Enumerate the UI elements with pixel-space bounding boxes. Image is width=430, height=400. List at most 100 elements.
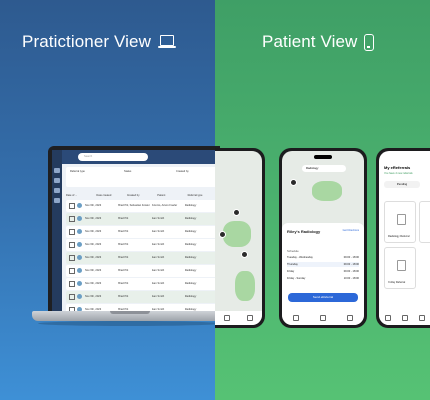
- document-icon: [396, 214, 406, 225]
- column-header[interactable]: Patient: [157, 194, 187, 197]
- search-tab-icon[interactable]: [292, 315, 299, 321]
- filter-status[interactable]: Status: [124, 170, 131, 173]
- cell-type: Radiology: [184, 204, 197, 208]
- laptop-hinge: [110, 311, 150, 314]
- row-checkbox[interactable]: [69, 228, 75, 235]
- dashboard-topbar: Search: [62, 150, 220, 164]
- location-icon[interactable]: [290, 179, 297, 186]
- hours-time: 09:00 - 18:00: [343, 256, 359, 259]
- search-tab-icon[interactable]: [384, 315, 391, 321]
- profile-tab-icon[interactable]: [247, 315, 254, 321]
- table-header: Date of ... Date created Created by Pati…: [66, 191, 218, 199]
- table-row[interactable]: Nov 6th, 2023 Brad Pitt Sam Smith Radiology: [66, 226, 218, 238]
- practitioner-title: Pratictioner View: [22, 32, 151, 51]
- table-row[interactable]: Nov 6th, 2023 Brad Pitt Sam Smith Radiology: [66, 265, 218, 277]
- hours-list: Tuesday - Wednesday 09:00 - 18:00 Thursday…: [287, 255, 359, 283]
- hours-row: Friday - Sunday 10:00 - 18:00: [287, 276, 359, 281]
- directions-link[interactable]: Get Directions: [343, 229, 359, 232]
- doc-tab-icon[interactable]: [319, 315, 326, 321]
- table-row[interactable]: Nov 6th, 2023 Brad Pitt Sam Smith Radiology: [66, 278, 218, 290]
- phone-notch: [314, 155, 332, 159]
- cell-type: Radiology: [184, 217, 197, 221]
- cell-date: Nov 6th, 2023: [85, 295, 102, 299]
- cell-date: Nov 6th, 2023: [85, 256, 102, 260]
- laptop-icon: [157, 35, 176, 49]
- sidebar-referrals-icon[interactable]: [54, 178, 60, 183]
- profile-tab-icon[interactable]: [418, 315, 425, 321]
- row-checkbox[interactable]: [69, 241, 75, 248]
- map-pin-icon[interactable]: [241, 251, 248, 258]
- avatar: [77, 255, 82, 261]
- cell-patient: Sam Smith: [151, 256, 165, 260]
- search-input[interactable]: Radiology: [302, 165, 346, 172]
- search-input[interactable]: Search: [78, 153, 148, 161]
- row-checkbox[interactable]: [69, 267, 75, 274]
- cell-patient: Sam Smith: [151, 295, 165, 299]
- profile-tab-icon[interactable]: [347, 315, 354, 321]
- sidebar-home-icon[interactable]: [54, 168, 60, 173]
- phone-map: [215, 148, 265, 328]
- cell-patient: Sam Smith: [151, 230, 165, 234]
- sidebar-patients-icon[interactable]: [54, 188, 60, 193]
- send-referral-button[interactable]: Send eReferral: [288, 293, 358, 302]
- cell-type: Radiology: [184, 308, 197, 311]
- cell-created-by: Brad Pitt: [118, 295, 129, 299]
- cell-created-by: Brad Pitt: [118, 243, 129, 247]
- cell-patient: Antonio, Arturo Fowler: [151, 204, 178, 208]
- referral-tile[interactable]: X-Ray Referral: [384, 247, 416, 289]
- cell-date: Nov 6th, 2023: [85, 243, 102, 247]
- phone-clinic: Radiology Riley's Radiology Get Directio…: [279, 148, 367, 328]
- column-header[interactable]: Date of ...: [66, 194, 96, 197]
- cell-created-by: Brad Pitt: [118, 230, 129, 234]
- doc-tab-icon[interactable]: [401, 315, 408, 321]
- phone-referrals: My eReferrals You have 2 new referrals P…: [376, 148, 430, 328]
- row-checkbox[interactable]: [69, 293, 75, 300]
- hours-time: 09:00 - 18:00: [343, 270, 359, 273]
- cell-date: Nov 6th, 2023: [85, 230, 102, 234]
- referral-tile[interactable]: Radiology Referral: [384, 201, 416, 243]
- avatar: [77, 268, 82, 274]
- filter-referral-type[interactable]: Referral type: [70, 170, 85, 173]
- cell-type: Radiology: [184, 282, 197, 286]
- map-view[interactable]: [215, 151, 262, 325]
- dashboard-screen: Search Referral type Status Created by D…: [52, 150, 220, 311]
- referrals-table: Nov 6th, 2023 Brad Pitt, Sebastian Fowler…: [66, 200, 218, 311]
- clinic-name: Riley's Radiology: [287, 229, 321, 234]
- table-row[interactable]: Nov 6th, 2023 Brad Pitt Sam Smith Radiology: [66, 252, 218, 264]
- table-row[interactable]: Nov 6th, 2023 Brad Pitt Sam Smith Radiology: [66, 291, 218, 303]
- column-header[interactable]: Date created: [96, 194, 126, 197]
- filter-created-by[interactable]: Created by: [176, 170, 189, 173]
- table-row[interactable]: Nov 6th, 2023 Brad Pitt Sam Smith Radiology: [66, 304, 218, 311]
- row-checkbox[interactable]: [69, 202, 75, 209]
- cell-patient: Sam Smith: [151, 269, 165, 273]
- table-row[interactable]: Nov 6th, 2023 Brad Pitt, Sebastian Fowler…: [66, 200, 218, 212]
- referrals-screen: My eReferrals You have 2 new referrals P…: [379, 151, 430, 325]
- row-checkbox[interactable]: [69, 306, 75, 311]
- sidebar-settings-icon[interactable]: [54, 198, 60, 203]
- hours-time: 10:00 - 18:00: [343, 277, 359, 280]
- cell-created-by: Brad Pitt: [118, 308, 129, 311]
- hours-time: 09:00 - 18:00: [343, 263, 359, 266]
- map-pin-icon[interactable]: [233, 209, 240, 216]
- referral-label: X-Ray Referral: [388, 281, 406, 284]
- practitioner-header: Pratictioner View: [22, 32, 176, 52]
- tab-pending[interactable]: Pending: [384, 181, 420, 188]
- row-checkbox[interactable]: [69, 215, 75, 222]
- map-pin-icon[interactable]: [219, 231, 226, 238]
- table-row[interactable]: Nov 6th, 2023 Brad Pitt Sam Smith Radiology: [66, 213, 218, 225]
- avatar: [77, 294, 82, 300]
- home-tab-icon[interactable]: [223, 315, 230, 321]
- row-checkbox[interactable]: [69, 254, 75, 261]
- row-checkbox[interactable]: [69, 280, 75, 287]
- hours-row: Friday 09:00 - 18:00: [287, 269, 359, 274]
- avatar: [77, 216, 82, 222]
- column-header[interactable]: Created by: [127, 194, 157, 197]
- cell-created-by: Brad Pitt: [118, 282, 129, 286]
- referral-tile[interactable]: [419, 201, 430, 243]
- table-row[interactable]: Nov 6th, 2023 Brad Pitt Sam Smith Radiology: [66, 239, 218, 251]
- avatar: [77, 281, 82, 287]
- clinic-screen: Radiology Riley's Radiology Get Directio…: [282, 151, 364, 325]
- cell-date: Nov 6th, 2023: [85, 217, 102, 221]
- hours-day: Thursday: [287, 263, 298, 266]
- column-header[interactable]: Referral type: [188, 194, 218, 197]
